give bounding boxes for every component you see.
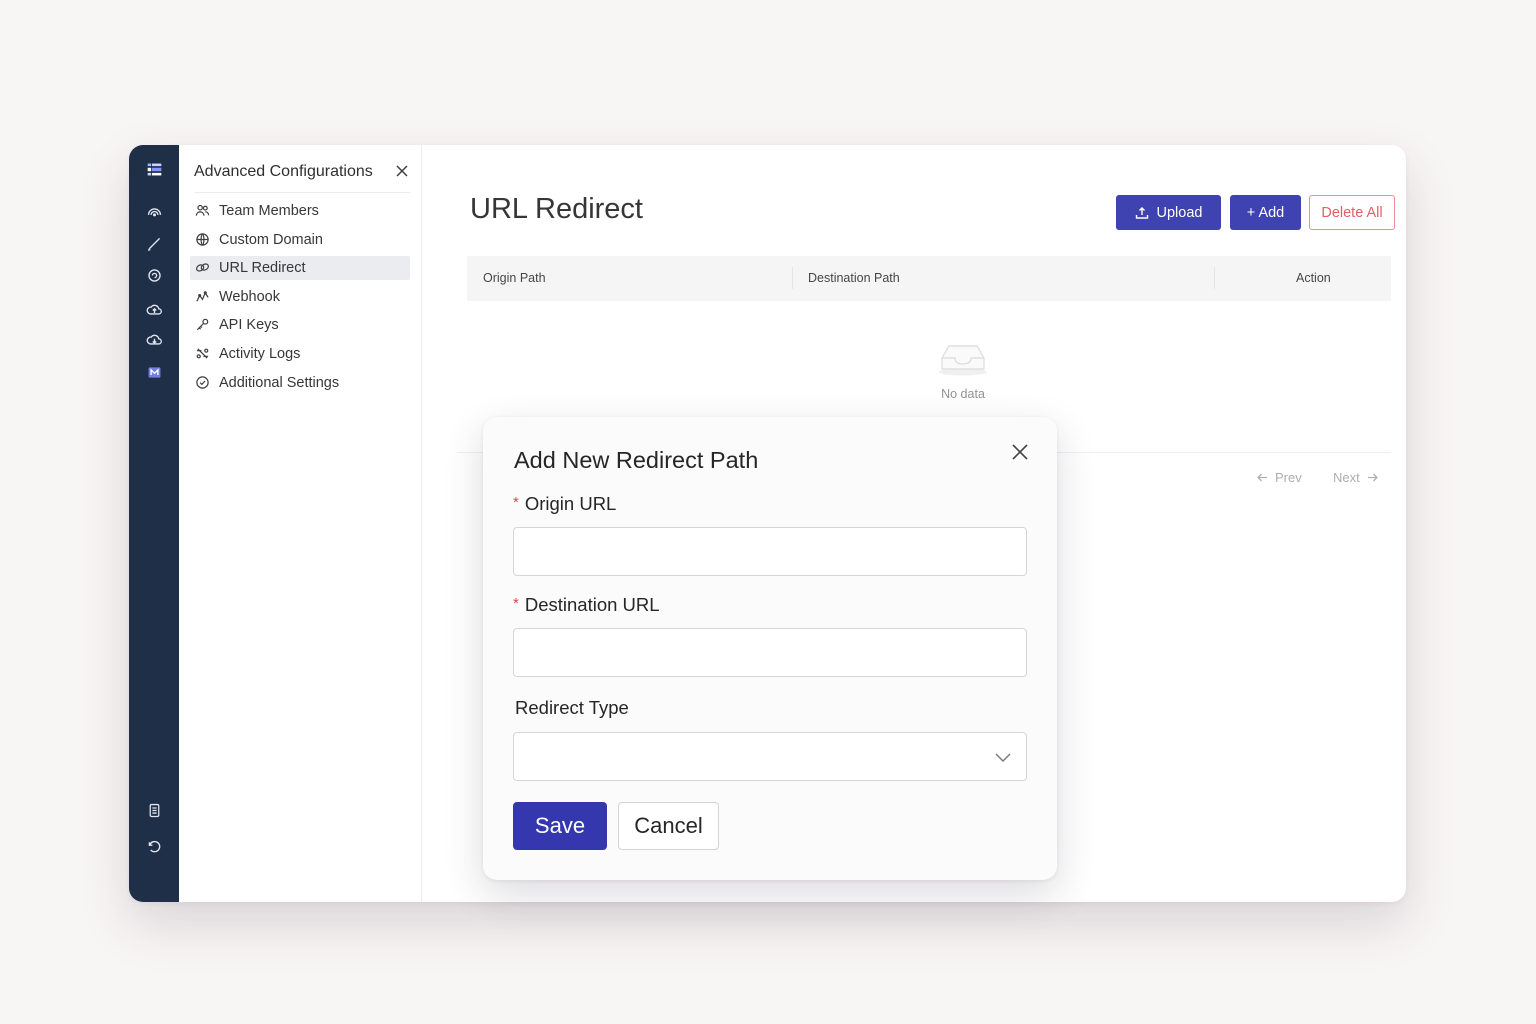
redirect-type-select[interactable] [513,732,1027,781]
destination-url-input[interactable] [513,628,1027,677]
close-icon[interactable] [1010,442,1030,462]
cancel-button[interactable]: Cancel [618,802,719,850]
chevron-down-icon [995,753,1011,762]
origin-url-label-text: Origin URL [524,493,617,514]
add-redirect-modal: Add New Redirect Path * Origin URL * Desti… [483,417,1057,880]
save-button[interactable]: Save [513,802,607,850]
required-marker: * [513,595,519,612]
required-marker: * [513,494,519,511]
redirect-type-label: Redirect Type [515,697,629,718]
destination-url-label-text: Destination URL [524,594,660,615]
origin-url-label: * Origin URL [513,493,616,515]
destination-url-label: * Destination URL [513,594,660,616]
origin-url-input[interactable] [513,527,1027,576]
modal-title: Add New Redirect Path [514,447,759,473]
